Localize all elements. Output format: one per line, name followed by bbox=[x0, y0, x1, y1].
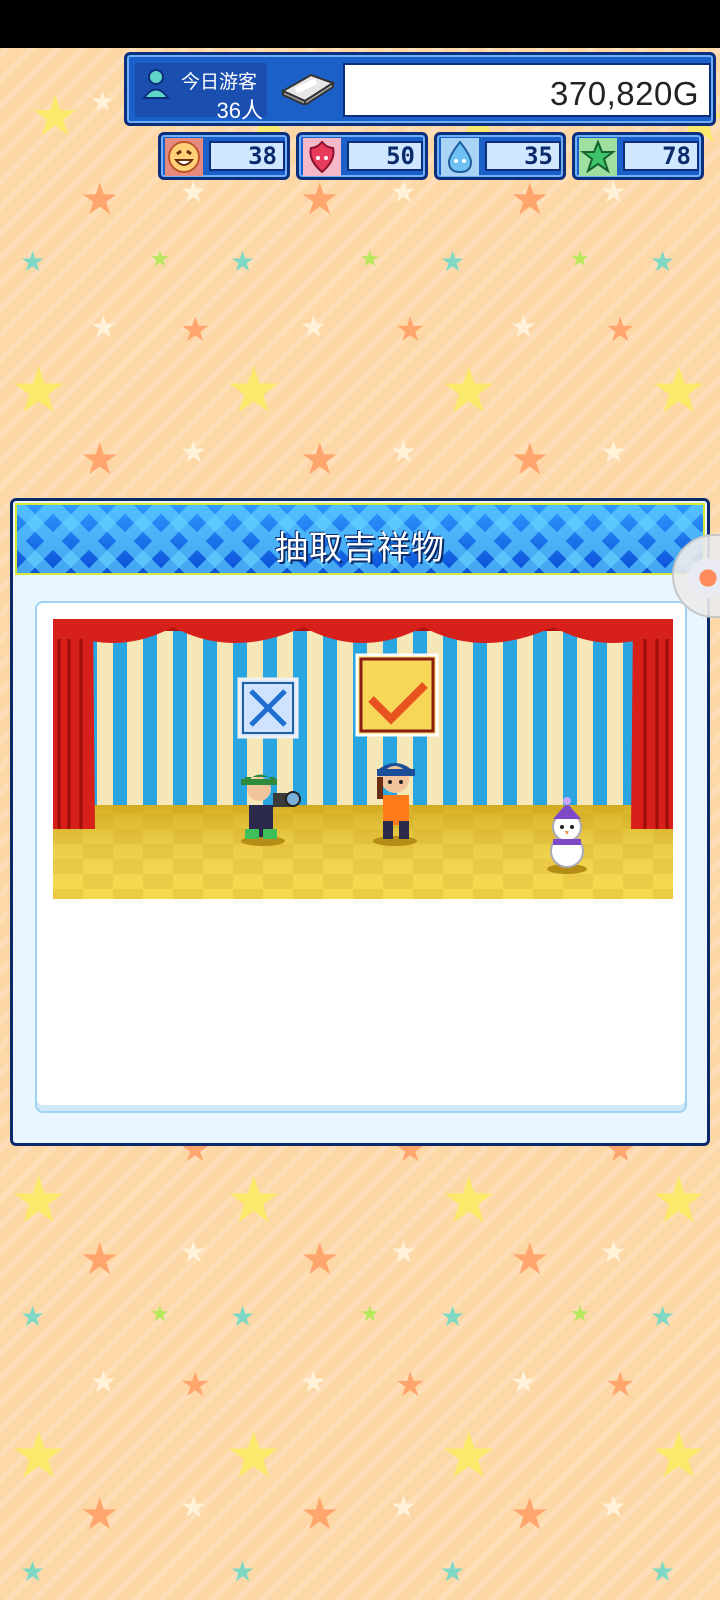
money-display: 370,820G bbox=[343, 63, 711, 117]
star-decoration: ★ bbox=[360, 246, 380, 271]
star-decoration: ★ bbox=[90, 86, 116, 117]
stat-water: 35 bbox=[434, 132, 566, 180]
visitors-label: 今日游客 bbox=[181, 72, 258, 93]
star-decoration: ★ bbox=[600, 1491, 627, 1524]
star-decoration: ★ bbox=[80, 1490, 120, 1539]
money-icon bbox=[280, 73, 336, 105]
star-decoration: ★ bbox=[650, 354, 708, 426]
star-decoration: ★ bbox=[440, 1419, 498, 1491]
star-decoration: ★ bbox=[20, 1556, 46, 1587]
star-decoration: ★ bbox=[390, 176, 417, 209]
fire-spirit-icon bbox=[303, 138, 341, 176]
star-decoration: ★ bbox=[150, 1301, 170, 1326]
stat-value: 35 bbox=[485, 141, 561, 171]
money-value: 370,820G bbox=[550, 75, 699, 112]
star-decoration: ★ bbox=[510, 435, 550, 484]
star-decoration: ★ bbox=[230, 1301, 256, 1332]
green-star-icon bbox=[579, 138, 617, 176]
star-decoration: ★ bbox=[570, 1301, 590, 1326]
star-decoration: ★ bbox=[300, 435, 340, 484]
stat-star: 78 bbox=[572, 132, 704, 180]
stat-fire: 50 bbox=[296, 132, 428, 180]
star-decoration: ★ bbox=[300, 175, 340, 224]
stage-scene bbox=[53, 619, 673, 899]
star-decoration: ★ bbox=[180, 1366, 211, 1404]
star-decoration: ★ bbox=[510, 1366, 537, 1399]
water-drop-icon bbox=[441, 138, 479, 176]
status-bar bbox=[0, 0, 720, 48]
star-decoration: ★ bbox=[80, 1235, 120, 1284]
star-decoration: ★ bbox=[90, 311, 117, 344]
star-decoration: ★ bbox=[650, 1556, 676, 1587]
star-decoration: ★ bbox=[390, 1236, 417, 1269]
star-decoration: ★ bbox=[180, 176, 207, 209]
star-decoration: ★ bbox=[225, 1419, 283, 1491]
star-decoration: ★ bbox=[230, 246, 256, 277]
star-decoration: ★ bbox=[440, 1301, 466, 1332]
star-decoration: ★ bbox=[510, 311, 537, 344]
mascot-draw-dialog: 抽取吉祥物 bbox=[10, 498, 710, 1146]
star-decoration: ★ bbox=[300, 1490, 340, 1539]
hud-panel: 今日游客 36人 370,820G bbox=[124, 52, 716, 126]
star-decoration: ★ bbox=[80, 175, 120, 224]
star-decoration: ★ bbox=[390, 436, 417, 469]
star-decoration: ★ bbox=[605, 1366, 636, 1404]
star-decoration: ★ bbox=[600, 1236, 627, 1269]
star-decoration: ★ bbox=[180, 311, 211, 349]
star-decoration: ★ bbox=[90, 1366, 117, 1399]
star-decoration: ★ bbox=[80, 435, 120, 484]
star-decoration: ★ bbox=[300, 311, 327, 344]
star-decoration: ★ bbox=[180, 1236, 207, 1269]
stat-value: 50 bbox=[347, 141, 423, 171]
star-decoration: ★ bbox=[440, 246, 466, 277]
star-decoration: ★ bbox=[180, 436, 207, 469]
star-decoration: ★ bbox=[300, 1235, 340, 1284]
star-decoration: ★ bbox=[10, 354, 68, 426]
star-decoration: ★ bbox=[510, 1490, 550, 1539]
star-decoration: ★ bbox=[150, 246, 170, 271]
stat-value: 78 bbox=[623, 141, 699, 171]
star-decoration: ★ bbox=[570, 246, 590, 271]
visitors-count: 36人 bbox=[216, 98, 263, 123]
star-decoration: ★ bbox=[230, 1556, 256, 1587]
stat-smile: 38 bbox=[158, 132, 290, 180]
star-decoration: ★ bbox=[10, 1164, 68, 1236]
dialog-title: 抽取吉祥物 bbox=[275, 529, 445, 566]
visitor-counter: 今日游客 36人 bbox=[135, 63, 267, 123]
star-decoration: ★ bbox=[440, 1556, 466, 1587]
star-decoration: ★ bbox=[440, 1164, 498, 1236]
smile-face-icon bbox=[165, 138, 203, 176]
star-decoration: ★ bbox=[440, 354, 498, 426]
assistive-ball-icon bbox=[688, 558, 720, 598]
star-decoration: ★ bbox=[510, 175, 550, 224]
star-decoration: ★ bbox=[225, 354, 283, 426]
star-decoration: ★ bbox=[300, 1366, 327, 1399]
star-decoration: ★ bbox=[20, 1301, 46, 1332]
star-decoration: ★ bbox=[225, 1164, 283, 1236]
star-decoration: ★ bbox=[395, 1366, 426, 1404]
stat-value: 38 bbox=[209, 141, 285, 171]
star-decoration: ★ bbox=[650, 246, 676, 277]
star-decoration: ★ bbox=[650, 1419, 708, 1491]
check-mark-icon bbox=[355, 653, 439, 737]
star-decoration: ★ bbox=[10, 1419, 68, 1491]
star-decoration: ★ bbox=[395, 311, 426, 349]
star-decoration: ★ bbox=[30, 84, 81, 147]
dialog-header: 抽取吉祥物 bbox=[15, 503, 705, 575]
cross-mark-icon bbox=[237, 677, 299, 739]
person-icon bbox=[141, 67, 171, 101]
star-decoration: ★ bbox=[390, 1491, 417, 1524]
star-decoration: ★ bbox=[20, 246, 46, 277]
star-decoration: ★ bbox=[650, 1301, 676, 1332]
star-decoration: ★ bbox=[510, 1235, 550, 1284]
star-decoration: ★ bbox=[180, 1491, 207, 1524]
star-decoration: ★ bbox=[600, 436, 627, 469]
star-decoration: ★ bbox=[360, 1301, 380, 1326]
star-decoration: ★ bbox=[605, 311, 636, 349]
star-decoration: ★ bbox=[600, 176, 627, 209]
star-decoration: ★ bbox=[650, 1164, 708, 1236]
